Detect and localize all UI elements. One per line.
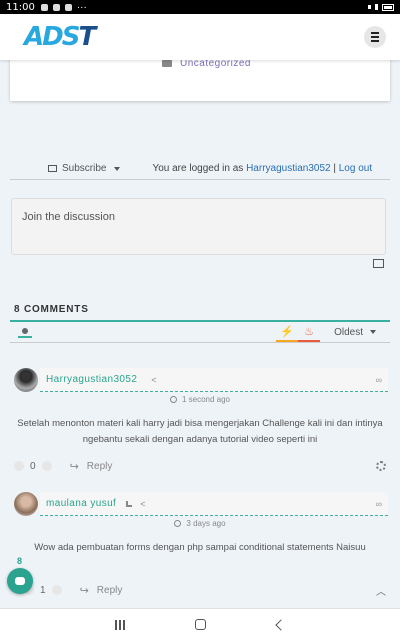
reply-button[interactable]: ↪ Reply <box>80 584 123 597</box>
recent-apps-button[interactable] <box>115 619 126 630</box>
vote-down-button[interactable] <box>51 585 62 595</box>
avatar[interactable] <box>14 368 38 392</box>
caret-down-icon <box>370 330 376 334</box>
rss-icon[interactable] <box>126 500 133 507</box>
comment-actions: 1 ↪ Reply ︿ <box>14 582 386 598</box>
sort-tabs: ⚡ ♨ Oldest <box>276 322 390 342</box>
clock-icon <box>169 396 177 403</box>
link-icon[interactable]: ∞ <box>376 375 382 385</box>
comment-actions: 0 ↪ Reply <box>14 458 386 474</box>
editor-placeholder: Join the discussion <box>22 211 115 223</box>
menu-line-icon <box>371 40 379 42</box>
comment-count-badge: 8 <box>17 556 23 566</box>
gear-icon[interactable] <box>376 461 386 471</box>
site-logo[interactable]: ADST <box>24 22 96 52</box>
vote-down-button[interactable] <box>41 461 52 471</box>
notification-icon <box>52 3 60 11</box>
reply-icon: ↪ <box>69 460 79 473</box>
comment-time: 3 days ago <box>0 519 400 528</box>
folder-icon <box>162 60 172 67</box>
bolt-icon[interactable]: ⚡ <box>276 322 299 342</box>
comment-text: Setelah menonton materi kali harry jadi … <box>17 418 383 445</box>
reply-icon: ↪ <box>79 584 89 597</box>
comment-count: 8 COMMENTS <box>14 304 89 315</box>
comment-sort-bar: ⚡ ♨ Oldest <box>10 320 390 343</box>
vote-up-button[interactable] <box>14 461 24 471</box>
login-status: You are logged in as Harryagustian3052 |… <box>152 163 372 174</box>
android-nav-bar <box>0 608 400 640</box>
clock-icon <box>174 520 182 527</box>
separator: | <box>333 163 336 174</box>
caret-down-icon <box>114 166 121 171</box>
notification-icon <box>64 3 72 11</box>
reply-label: Reply <box>86 460 113 472</box>
home-button[interactable] <box>195 619 207 630</box>
fire-icon[interactable]: ♨ <box>298 322 321 342</box>
comment-author[interactable]: Harryagustian3052 <box>46 374 137 385</box>
vote-count: 0 <box>30 460 36 472</box>
comment-time-text: 1 second ago <box>181 395 231 404</box>
subscribe-label: Subscribe <box>62 163 107 174</box>
chat-button[interactable] <box>7 568 33 594</box>
system-icons <box>368 3 394 11</box>
link-icon[interactable]: ∞ <box>376 499 382 509</box>
avatar[interactable] <box>14 492 38 516</box>
chevron-up-icon[interactable]: ︿ <box>376 583 386 598</box>
subscribe-dropdown[interactable]: Subscribe <box>48 163 121 174</box>
comment-editor[interactable]: Join the discussion <box>11 198 386 255</box>
battery-icon <box>382 3 394 11</box>
site-header: ADST <box>0 14 400 60</box>
reply-button[interactable]: ↪ Reply <box>70 460 113 473</box>
comment-header: maulana yusuf < ∞ <box>40 492 388 516</box>
notification-icons: ··· <box>40 1 87 13</box>
status-bar: 11:00 ··· <box>0 0 400 14</box>
logo-text: ADS <box>24 22 80 52</box>
wifi-icon <box>368 5 371 9</box>
menu-line-icon <box>371 32 379 34</box>
reply-label: Reply <box>96 584 123 596</box>
menu-line-icon <box>371 36 379 38</box>
sort-label: Oldest <box>334 326 363 338</box>
comment-time: 1 second ago <box>0 395 400 404</box>
sort-dropdown[interactable]: Oldest <box>334 327 376 338</box>
comment-header: Harryagustian3052 < ∞ <box>40 368 388 392</box>
back-button[interactable] <box>275 618 287 631</box>
share-icon[interactable]: < <box>151 375 156 385</box>
comment-author[interactable]: maulana yusuf <box>46 498 116 509</box>
subscribe-bar: Subscribe You are logged in as Harryagus… <box>10 158 390 180</box>
signal-icon <box>375 4 378 10</box>
chat-icon <box>15 577 25 585</box>
more-notifications: ··· <box>76 1 87 13</box>
status-time: 11:00 <box>6 1 35 13</box>
logout-link[interactable]: Log out <box>339 163 372 174</box>
comment-text: Wow ada pembuatan forms dengan php sampa… <box>34 542 366 553</box>
logged-in-text: You are logged in as <box>152 163 244 174</box>
user-filter-icon[interactable] <box>18 326 32 338</box>
vote-count: 1 <box>40 584 46 596</box>
notification-icon <box>40 3 48 11</box>
hamburger-menu-button[interactable] <box>364 26 386 48</box>
share-icon[interactable]: < <box>140 499 145 509</box>
logo-text-accent: T <box>78 22 96 52</box>
username-link[interactable]: Harryagustian3052 <box>246 163 331 174</box>
image-icon[interactable] <box>373 259 384 268</box>
mail-icon <box>48 165 57 172</box>
comment-time-text: 3 days ago <box>186 519 226 528</box>
